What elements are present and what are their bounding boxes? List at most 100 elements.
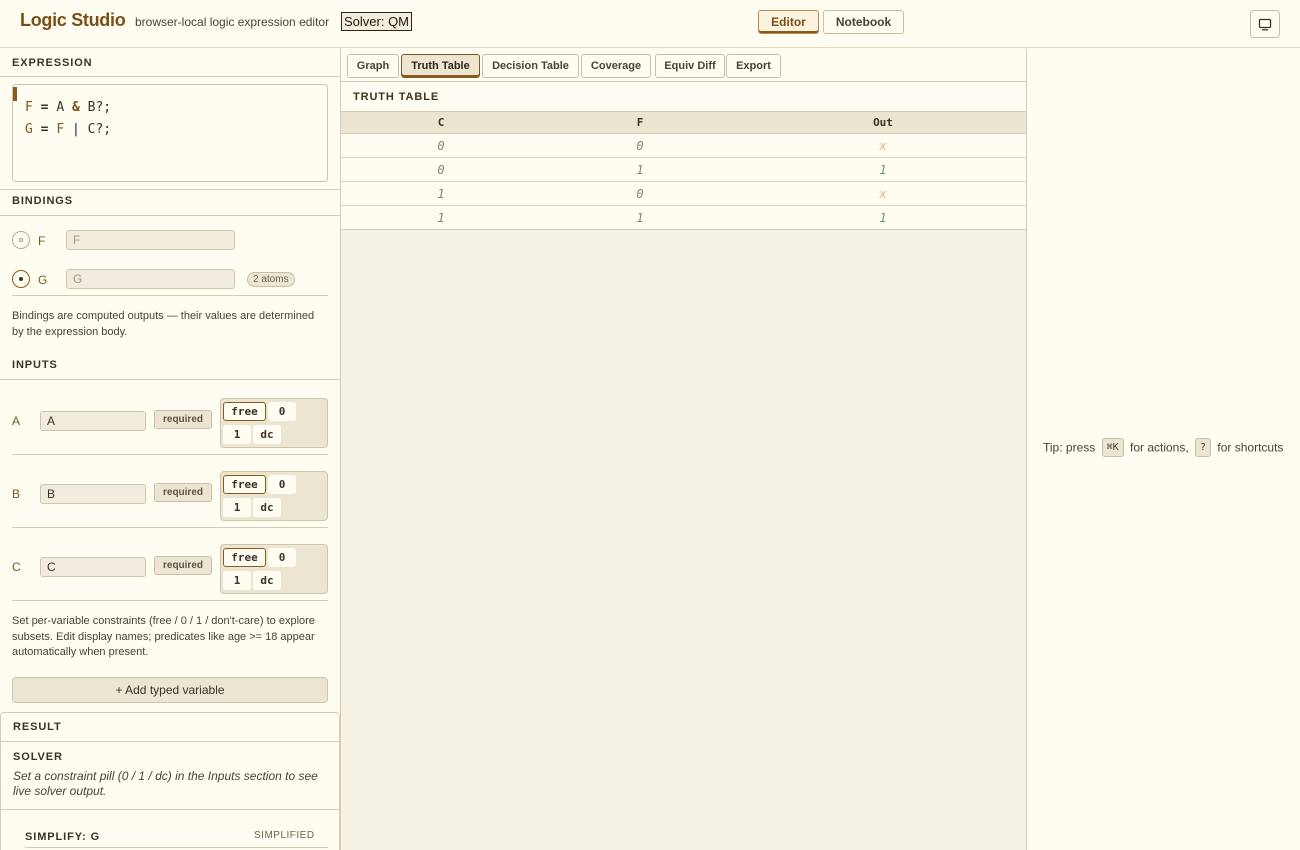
pill-free[interactable]: free <box>223 402 266 421</box>
expression-editor[interactable]: F = A & B?; G = F | C?; <box>12 84 328 182</box>
display-toggle-button[interactable] <box>1250 10 1280 38</box>
pill-free[interactable]: free <box>223 548 266 567</box>
app-header: Logic Studio browser-local logic express… <box>0 0 1300 48</box>
monitor-icon <box>1258 18 1272 31</box>
input-name-field[interactable]: C <box>40 557 146 577</box>
center-panel: Graph Truth Table Decision Table Coverag… <box>341 49 1027 850</box>
pill-0[interactable]: 0 <box>268 548 296 567</box>
constraint-pills: free 0 1 dc <box>220 398 328 448</box>
table-cell: 1 <box>437 211 445 225</box>
column-header: F <box>636 116 644 129</box>
input-name-field[interactable]: B <box>40 484 146 504</box>
input-letter: B <box>12 487 21 501</box>
app-title: Logic Studio <box>20 10 126 30</box>
pill-1[interactable]: 1 <box>223 571 251 590</box>
command-k-key: ⌘K <box>1101 438 1124 457</box>
table-cell: 0 <box>437 163 445 177</box>
tab-coverage[interactable]: Coverage <box>581 54 651 78</box>
pill-dc[interactable]: dc <box>253 571 281 590</box>
view-tabs: Graph Truth Table Decision Table Coverag… <box>341 49 1026 82</box>
truth-table: TRUTH TABLE C F Out 0 0 x 0 1 1 1 0 x 1 … <box>341 82 1026 230</box>
solver-title: SOLVER <box>13 751 63 763</box>
binding-radio-f[interactable] <box>12 231 30 249</box>
table-row: 1 1 1 <box>341 206 1026 230</box>
pill-0[interactable]: 0 <box>268 475 296 494</box>
table-cell-out: x <box>879 139 887 153</box>
table-cell: 0 <box>437 139 445 153</box>
tab-export[interactable]: Export <box>726 54 781 78</box>
divider <box>0 379 340 380</box>
truth-table-header: C F Out <box>341 111 1026 134</box>
constraint-pills: free 0 1 dc <box>220 544 328 594</box>
binding-name: F <box>38 234 46 248</box>
tip-prefix: Tip: press <box>1043 440 1096 455</box>
divider <box>0 76 340 77</box>
divider <box>12 454 328 455</box>
table-row: 1 0 x <box>341 182 1026 206</box>
divider <box>12 600 328 601</box>
pill-1[interactable]: 1 <box>223 425 251 444</box>
binding-name: G <box>38 273 48 287</box>
expression-line: F = A & B?; <box>25 100 112 115</box>
divider <box>0 215 340 216</box>
binding-name-field[interactable]: G <box>66 269 235 289</box>
inputs-title: INPUTS <box>12 359 58 371</box>
constraint-pills: free 0 1 dc <box>220 471 328 521</box>
add-typed-variable-button[interactable]: + Add typed variable <box>12 677 328 703</box>
shortcut-tip: Tip: press ⌘K for actions, ? for shortcu… <box>1043 438 1284 458</box>
tab-decision-table[interactable]: Decision Table <box>482 54 579 78</box>
table-cell: 1 <box>437 187 445 201</box>
bindings-title: BINDINGS <box>12 195 73 207</box>
divider <box>12 295 328 296</box>
pill-1[interactable]: 1 <box>223 498 251 517</box>
divider <box>12 527 328 528</box>
input-name-field[interactable]: A <box>40 411 146 431</box>
tab-truth-table[interactable]: Truth Table <box>401 54 480 78</box>
pill-0[interactable]: 0 <box>268 402 296 421</box>
atoms-badge: 2 atoms <box>247 272 295 287</box>
table-cell: 1 <box>636 211 644 225</box>
tab-equiv-diff[interactable]: Equiv Diff <box>655 54 725 78</box>
result-panel: RESULT SOLVER Set a constraint pill (0 /… <box>0 712 340 850</box>
editor-gutter-marker <box>13 87 17 101</box>
truth-table-title: TRUTH TABLE <box>353 91 440 103</box>
solver-select[interactable]: Solver: QM <box>341 12 413 31</box>
divider <box>1 809 339 810</box>
divider <box>25 847 328 848</box>
question-key: ? <box>1195 438 1212 457</box>
divider <box>0 189 340 190</box>
table-cell-out: 1 <box>879 163 887 177</box>
simplify-title: SIMPLIFY: G <box>25 831 101 843</box>
binding-radio-g[interactable] <box>12 270 30 288</box>
column-header: Out <box>873 116 893 129</box>
notebook-mode-button[interactable]: Notebook <box>823 10 904 34</box>
expression-title: EXPRESSION <box>12 57 93 69</box>
pill-dc[interactable]: dc <box>253 425 281 444</box>
tip-suffix: for shortcuts <box>1217 440 1284 455</box>
column-header: C <box>437 116 445 129</box>
divider <box>1 741 339 742</box>
required-toggle[interactable]: required <box>154 483 212 502</box>
input-letter: A <box>12 414 21 428</box>
expression-line: G = F | C?; <box>25 122 112 137</box>
bindings-note: Bindings are computed outputs — their va… <box>12 310 315 338</box>
tab-graph[interactable]: Graph <box>347 54 399 78</box>
input-letter: C <box>12 560 21 574</box>
binding-name-field[interactable]: F <box>66 230 235 250</box>
inputs-note: Set per-variable constraints (free / 0 /… <box>12 615 315 658</box>
editor-mode-button[interactable]: Editor <box>758 10 819 34</box>
app-subtitle: browser-local logic expression editor <box>135 15 330 29</box>
table-cell-out: x <box>879 187 887 201</box>
required-toggle[interactable]: required <box>154 556 212 575</box>
table-cell: 1 <box>636 163 644 177</box>
required-toggle[interactable]: required <box>154 410 212 429</box>
table-cell-out: 1 <box>879 211 887 225</box>
pill-free[interactable]: free <box>223 475 266 494</box>
simplify-status: SIMPLIFIED <box>254 830 315 841</box>
pill-dc[interactable]: dc <box>253 498 281 517</box>
result-title: RESULT <box>13 721 62 733</box>
table-row: 0 1 1 <box>341 158 1026 182</box>
table-cell: 0 <box>636 139 644 153</box>
solver-message: Set a constraint pill (0 / 1 / dc) in th… <box>13 769 318 798</box>
table-row: 0 0 x <box>341 134 1026 158</box>
